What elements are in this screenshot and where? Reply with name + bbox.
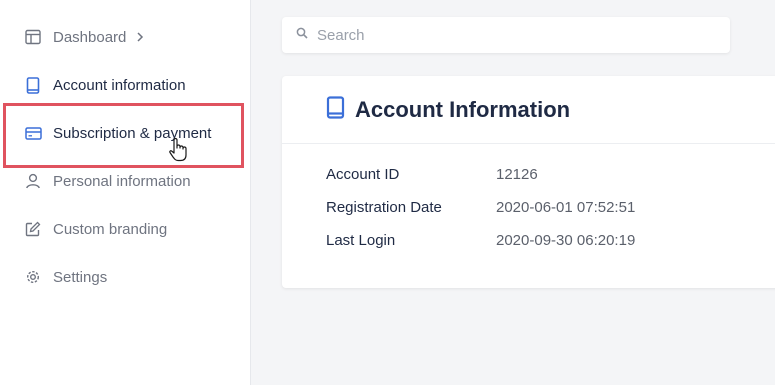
book-icon xyxy=(326,95,345,124)
hand-pointer-icon xyxy=(168,137,190,162)
info-label: Last Login xyxy=(326,232,396,249)
info-value: 2020-09-30 06:20:19 xyxy=(496,232,636,249)
sidebar: Dashboard Account information Subscripti… xyxy=(0,0,251,385)
sidebar-item-settings[interactable]: Settings xyxy=(0,257,250,297)
card-header: Account Information xyxy=(282,76,775,144)
info-value: 2020-06-01 07:52:51 xyxy=(496,199,636,216)
info-row-account-id: Account ID 12126 xyxy=(326,166,538,183)
sidebar-item-dashboard[interactable]: Dashboard xyxy=(0,17,250,57)
highlight-box xyxy=(3,103,244,168)
sidebar-item-label: Account information xyxy=(53,76,186,94)
user-icon xyxy=(24,172,42,190)
info-label: Registration Date xyxy=(326,199,442,216)
book-icon xyxy=(24,76,42,94)
sidebar-item-account-information[interactable]: Account information xyxy=(0,65,250,105)
chevron-right-icon xyxy=(136,32,146,42)
account-info-card: Account Information Account ID 12126 Reg… xyxy=(282,76,775,288)
info-label: Account ID xyxy=(326,166,400,183)
info-value: 12126 xyxy=(496,166,538,183)
info-row-last-login: Last Login 2020-09-30 06:20:19 xyxy=(326,232,635,249)
edit-icon xyxy=(24,220,42,238)
info-row-registration-date: Registration Date 2020-06-01 07:52:51 xyxy=(326,199,635,216)
layout-icon xyxy=(24,28,42,46)
sidebar-item-label: Settings xyxy=(53,268,108,286)
search-input[interactable] xyxy=(317,26,697,44)
page-title: Account Information xyxy=(355,96,571,122)
sidebar-item-label: Personal information xyxy=(53,172,191,190)
sidebar-item-label: Custom branding xyxy=(53,220,168,238)
gear-icon xyxy=(24,268,42,286)
search-icon xyxy=(296,26,308,44)
sidebar-item-custom-branding[interactable]: Custom branding xyxy=(0,209,250,249)
search-bar[interactable] xyxy=(282,17,730,53)
sidebar-item-label: Dashboard xyxy=(53,28,127,46)
